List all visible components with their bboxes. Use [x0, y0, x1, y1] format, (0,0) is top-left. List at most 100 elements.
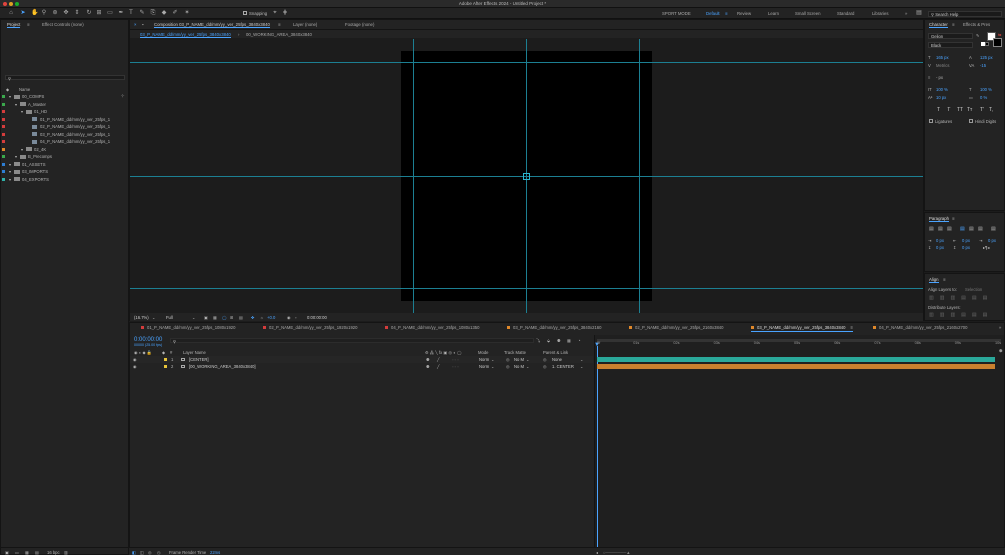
search-help-input[interactable]: ⚲ Search Help	[928, 11, 1002, 17]
parent-pickwhip-icon[interactable]: ◎	[543, 356, 547, 363]
indent-right-value[interactable]: 0 px	[988, 238, 996, 243]
zoom-slider-handle-icon[interactable]: ⬢	[999, 348, 1003, 353]
grid-guides-icon[interactable]: ⊞	[230, 315, 234, 320]
label-color-swatch[interactable]	[2, 140, 5, 143]
label-color-swatch[interactable]	[2, 170, 5, 173]
interpret-footage-icon[interactable]: ▣	[5, 550, 9, 555]
visibility-eye-icon[interactable]: ◉	[133, 356, 137, 363]
label-color-swatch[interactable]	[2, 155, 5, 158]
label-color-swatch[interactable]	[2, 162, 5, 166]
subtab-active-comp[interactable]: 03_P_NAME_dd/mm/yy_ver_25fps_3840x3840	[140, 32, 231, 38]
label-color-swatch[interactable]	[2, 132, 5, 136]
tab-layer[interactable]: Layer (none)	[293, 22, 317, 27]
tab-project-menu-icon[interactable]: ≡	[27, 22, 30, 27]
exposure-value[interactable]: +0.0	[267, 315, 275, 320]
layer-switches-toggle-icon[interactable]: ◧	[132, 550, 136, 555]
blend-mode-chevron-icon[interactable]: ⌄	[491, 363, 495, 370]
subscript-button[interactable]: T,	[989, 107, 993, 113]
frame-blending-icon[interactable]: ▦	[567, 338, 571, 343]
quality-switch-icon[interactable]: ╱	[437, 363, 440, 370]
faux-bold-button[interactable]: T	[937, 107, 940, 113]
project-item[interactable]: 01_P_NAME_dd/mm/yy_ver_25fps_1	[0, 116, 122, 123]
blend-mode-dropdown[interactable]: Norm	[479, 356, 489, 363]
parent-chevron-icon[interactable]: ⌄	[580, 356, 584, 363]
selection-tool-icon[interactable]: ➤	[20, 10, 26, 16]
pen-tool-icon[interactable]: ✒	[118, 10, 124, 16]
kerning-value[interactable]: Metrics	[936, 63, 950, 68]
roto-brush-tool-icon[interactable]: ✐	[172, 10, 178, 16]
tab-character[interactable]: Character	[929, 22, 948, 28]
parent-dropdown[interactable]: 1. CENTER	[552, 363, 574, 370]
font-size-value[interactable]: 165 px	[936, 55, 949, 60]
faux-italic-button[interactable]: T	[947, 107, 950, 113]
mask-visibility-icon[interactable]: ◯	[222, 315, 227, 320]
project-item[interactable]: 02_P_NAME_dd/mm/yy_ver_25fps_1	[0, 123, 122, 130]
disclosure-triangle-icon[interactable]: ▾	[15, 153, 17, 160]
name-column-header[interactable]: Name	[19, 87, 30, 92]
motion-blur-icon[interactable]: ◔	[578, 338, 581, 343]
orbit-tool-icon[interactable]: ⊛	[52, 10, 58, 16]
snap-grid-icon[interactable]: ⋕	[282, 10, 288, 16]
pan-behind-tool-icon[interactable]: ⊞	[96, 10, 102, 16]
timeline-tab[interactable]: 02_P_NAME_dd/mm/yy_ver_25fps_2160x3840	[629, 325, 723, 332]
new-comp-icon[interactable]: ▦	[25, 550, 29, 555]
timeline-tab[interactable]: 04_P_NAME_dd/mm/yy_ver_25fps_2160x2700	[873, 325, 967, 332]
align-buttons-row[interactable]: ▥▥▥▤▤▤	[929, 295, 1001, 301]
eraser-tool-icon[interactable]: ◆	[161, 10, 167, 16]
swap-colors-icon[interactable]: ⇆	[998, 32, 1002, 37]
tab-align-menu-icon[interactable]: ≡	[943, 277, 946, 282]
leading-value[interactable]: 125 px	[980, 55, 993, 60]
hindi-digits-checkbox[interactable]	[969, 119, 973, 123]
font-style-dropdown[interactable]: Black	[928, 42, 973, 48]
all-caps-button[interactable]: TT	[957, 107, 963, 113]
timeline-tab[interactable]: 01_P_NAME_dd/mm/yy_ver_25fps_1080x1920	[141, 325, 235, 332]
matte-pickwhip-icon[interactable]: ◎	[506, 363, 510, 370]
exposure-reset-icon[interactable]: ☼	[260, 315, 264, 320]
lock-icon[interactable]: ▪	[142, 22, 144, 27]
project-item[interactable]: ▾ A_Master	[0, 101, 122, 108]
layer-search-input[interactable]: ⚲	[170, 338, 534, 344]
stroke-color-swatch[interactable]	[993, 38, 1002, 47]
trash-icon[interactable]: ▥	[64, 550, 68, 555]
align-left-icon[interactable]: ▤	[929, 226, 934, 232]
project-item[interactable]: ▾ B_Precomps	[0, 153, 122, 160]
snapping-checkbox[interactable]	[243, 11, 247, 15]
hand-tool-icon[interactable]: ✋	[31, 10, 38, 16]
text-direction-icon[interactable]: ▸¶◂	[983, 245, 989, 250]
workspace-sport-mode[interactable]: SPORT MODE	[662, 11, 691, 16]
comp-flowchart-icon[interactable]: ⤵	[536, 338, 540, 344]
horizontal-scale-value[interactable]: 100 %	[980, 87, 992, 92]
home-icon[interactable]: ⌂	[8, 10, 14, 16]
parent-link-header[interactable]: Parent & Link	[543, 350, 568, 355]
zoom-dropdown[interactable]: (16.7%)	[134, 315, 149, 320]
justify-last-left-icon[interactable]: ▤	[960, 226, 965, 232]
tsume-value[interactable]: 0 %	[980, 95, 987, 100]
baseline-shift-value[interactable]: 10 px	[936, 95, 946, 100]
label-color-swatch[interactable]	[2, 125, 5, 128]
layer-label-swatch[interactable]	[164, 365, 167, 368]
viewer-canvas[interactable]	[130, 39, 923, 313]
track-matte-dropdown[interactable]: No M	[514, 363, 524, 370]
in-out-toggle-icon[interactable]: ◎	[148, 550, 152, 555]
font-family-dropdown[interactable]: Gelion	[928, 33, 973, 39]
track-matte-dropdown[interactable]: No M	[514, 356, 524, 363]
layer-switch-boxes[interactable]: ▫ ▫ ▫	[452, 356, 459, 363]
justify-all-icon[interactable]: ▤	[991, 226, 996, 232]
layer-switch-boxes[interactable]: ▫ ▫ ▫	[452, 363, 459, 370]
workspace-menu-icon[interactable]: ≡	[725, 11, 728, 16]
project-item[interactable]: ▾ 03_IMPORTS	[0, 168, 122, 175]
disclosure-triangle-icon[interactable]: ▾	[21, 108, 23, 115]
resolution-chevron-icon[interactable]: ⌄	[192, 315, 196, 320]
shape-tool-icon[interactable]: ▭	[107, 10, 113, 16]
channel-icon[interactable]: ▤	[239, 315, 243, 320]
tab-composition-menu-icon[interactable]: ≡	[278, 22, 281, 27]
visibility-eye-icon[interactable]: ◉	[133, 363, 137, 370]
black-swatch[interactable]	[985, 42, 989, 46]
track-matte-chevron-icon[interactable]: ⌄	[526, 363, 530, 370]
tab-menu-icon[interactable]: ≡	[850, 325, 852, 330]
parent-dropdown[interactable]: None	[552, 356, 562, 363]
render-time-toggle-icon[interactable]: ◷	[157, 550, 161, 555]
project-item[interactable]: ▾ 02_4K	[0, 146, 122, 153]
tab-composition[interactable]: Composition 03_P_NAME_dd/mm/yy_ver_25fps…	[154, 22, 270, 28]
track-matte-header[interactable]: Track Matte	[504, 350, 526, 355]
